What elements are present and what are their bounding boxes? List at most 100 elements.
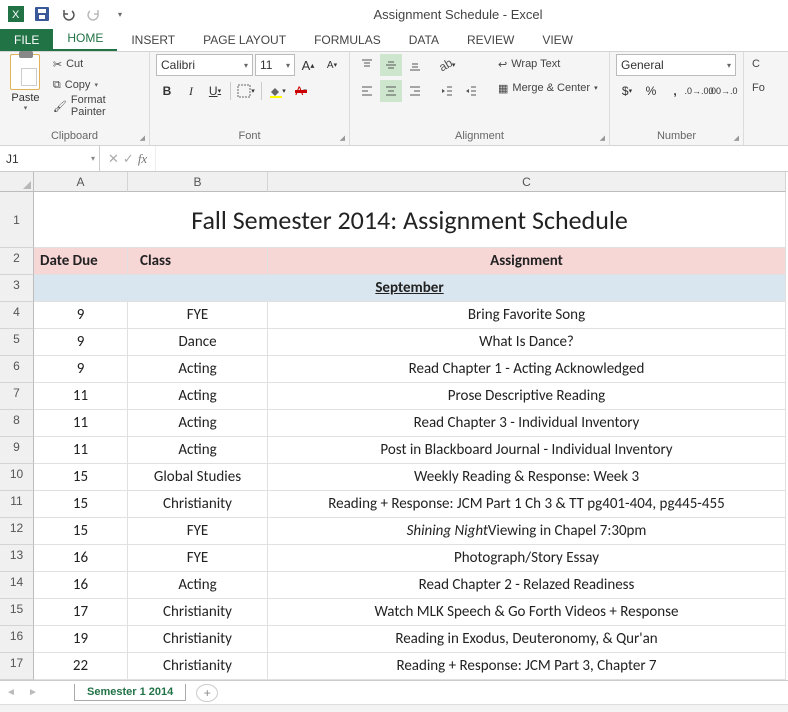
cell-class[interactable]: FYE — [128, 518, 268, 545]
row-header-1[interactable]: 1 — [0, 192, 34, 248]
header-date-due[interactable]: Date Due — [34, 248, 128, 275]
file-tab[interactable]: FILE — [0, 29, 53, 51]
cell-date[interactable]: 19 — [34, 626, 128, 653]
align-bottom-button[interactable] — [404, 54, 426, 76]
cell-assignment[interactable]: Post in Blackboard Journal - Individual … — [268, 437, 786, 464]
cell-class[interactable]: Christianity — [128, 653, 268, 680]
row-header-5[interactable]: 5 — [0, 329, 34, 356]
redo-icon[interactable] — [82, 3, 106, 25]
formula-input[interactable] — [155, 146, 788, 171]
row-header-15[interactable]: 15 — [0, 599, 34, 626]
increase-decimal-button[interactable]: .0→.00 — [688, 80, 710, 102]
cell-assignment[interactable]: Read Chapter 3 - Individual Inventory — [268, 410, 786, 437]
row-header-4[interactable]: 4 — [0, 302, 34, 329]
copy-button[interactable]: ⧉Copy▾ — [51, 75, 143, 95]
cell-class[interactable]: Acting — [128, 356, 268, 383]
sheet-nav-prev[interactable]: ► — [22, 687, 44, 698]
cell-class[interactable]: Acting — [128, 572, 268, 599]
tab-insert[interactable]: INSERT — [117, 29, 189, 51]
name-box[interactable]: J1▾ — [0, 146, 100, 171]
cell-date[interactable]: 11 — [34, 437, 128, 464]
cell-date[interactable]: 15 — [34, 518, 128, 545]
font-size-select[interactable]: 11▾ — [255, 54, 295, 76]
italic-button[interactable]: I — [180, 80, 202, 102]
shrink-font-button[interactable]: A▾ — [321, 54, 343, 76]
grow-font-button[interactable]: A▴ — [297, 54, 319, 76]
cell-class[interactable]: FYE — [128, 302, 268, 329]
cell-assignment[interactable]: Read Chapter 1 - Acting Acknowledged — [268, 356, 786, 383]
align-right-button[interactable] — [404, 80, 426, 102]
align-left-button[interactable] — [356, 80, 378, 102]
select-all-corner[interactable] — [0, 172, 34, 192]
row-header-2[interactable]: 2 — [0, 248, 34, 275]
row-header-17[interactable]: 17 — [0, 653, 34, 680]
sheet-tab-active[interactable]: Semester 1 2014 — [74, 684, 186, 701]
cell-assignment[interactable]: Read Chapter 2 - Relazed Readiness — [268, 572, 786, 599]
header-assignment[interactable]: Assignment — [268, 248, 786, 275]
cell-assignment[interactable]: Reading in Exodus, Deuteronomy, & Qur'an — [268, 626, 786, 653]
row-header-16[interactable]: 16 — [0, 626, 34, 653]
tab-home[interactable]: HOME — [53, 27, 117, 51]
cell-assignment[interactable]: Bring Favorite Song — [268, 302, 786, 329]
comma-button[interactable]: , — [664, 80, 686, 102]
align-middle-button[interactable] — [380, 54, 402, 76]
cell-date[interactable]: 15 — [34, 491, 128, 518]
cell-assignment[interactable]: Weekly Reading & Response: Week 3 — [268, 464, 786, 491]
row-header-7[interactable]: 7 — [0, 383, 34, 410]
cell-class[interactable]: Christianity — [128, 599, 268, 626]
row-header-13[interactable]: 13 — [0, 545, 34, 572]
tab-review[interactable]: REVIEW — [453, 29, 528, 51]
cell-class[interactable]: Dance — [128, 329, 268, 356]
fx-icon[interactable]: fx — [138, 151, 147, 167]
accounting-button[interactable]: $▾ — [616, 80, 638, 102]
col-header-c[interactable]: C — [268, 172, 786, 192]
cell-date[interactable]: 16 — [34, 545, 128, 572]
tab-data[interactable]: DATA — [395, 29, 453, 51]
cell-date[interactable]: 9 — [34, 302, 128, 329]
cell-class[interactable]: Acting — [128, 410, 268, 437]
borders-button[interactable]: ▾ — [235, 80, 257, 102]
bold-button[interactable]: B — [156, 80, 178, 102]
cell-date[interactable]: 11 — [34, 410, 128, 437]
font-name-select[interactable]: Calibri▾ — [156, 54, 253, 76]
cell-class[interactable]: Christianity — [128, 491, 268, 518]
cell-date[interactable]: 15 — [34, 464, 128, 491]
row-header-12[interactable]: 12 — [0, 518, 34, 545]
tab-page-layout[interactable]: PAGE LAYOUT — [189, 29, 300, 51]
row-header-3[interactable]: 3 — [0, 275, 34, 302]
sheet-title[interactable]: Fall Semester 2014: Assignment Schedule — [34, 192, 786, 248]
cell-assignment[interactable]: Reading + Response: JCM Part 1 Ch 3 & TT… — [268, 491, 786, 518]
enter-icon[interactable]: ✓ — [123, 151, 134, 167]
cell-date[interactable]: 22 — [34, 653, 128, 680]
align-top-button[interactable] — [356, 54, 378, 76]
font-color-button[interactable]: A▾ — [290, 80, 312, 102]
increase-indent-button[interactable] — [460, 80, 482, 102]
merge-center-button[interactable]: ▦Merge & Center▾ — [496, 78, 600, 98]
row-header-11[interactable]: 11 — [0, 491, 34, 518]
row-header-14[interactable]: 14 — [0, 572, 34, 599]
cut-button[interactable]: ✂Cut — [51, 54, 143, 74]
cell-class[interactable]: Acting — [128, 437, 268, 464]
tab-view[interactable]: VIEW — [528, 29, 587, 51]
fill-color-button[interactable]: ▾ — [266, 80, 288, 102]
cell-class[interactable]: FYE — [128, 545, 268, 572]
underline-button[interactable]: U▾ — [204, 80, 226, 102]
decrease-decimal-button[interactable]: .00→.0 — [712, 80, 734, 102]
row-header-10[interactable]: 10 — [0, 464, 34, 491]
cell-date[interactable]: 16 — [34, 572, 128, 599]
cancel-icon[interactable]: ✕ — [108, 151, 119, 167]
cell-assignment[interactable]: What Is Dance? — [268, 329, 786, 356]
format-painter-button[interactable]: 🖌Format Painter — [51, 96, 143, 116]
cell-assignment[interactable]: Watch MLK Speech & Go Forth Videos + Res… — [268, 599, 786, 626]
qat-customize-icon[interactable]: ▾ — [108, 3, 132, 25]
cell-assignment[interactable]: Reading + Response: JCM Part 3, Chapter … — [268, 653, 786, 680]
col-header-a[interactable]: A — [34, 172, 128, 192]
tab-formulas[interactable]: FORMULAS — [300, 29, 395, 51]
paste-button[interactable]: Paste ▾ — [6, 54, 45, 112]
cell-class[interactable]: Global Studies — [128, 464, 268, 491]
add-sheet-button[interactable]: + — [196, 684, 218, 702]
header-class[interactable]: Class — [128, 248, 268, 275]
spreadsheet-grid[interactable]: A B C 1 Fall Semester 2014: Assignment S… — [0, 172, 788, 680]
conditional-partial[interactable]: C — [750, 54, 762, 74]
decrease-indent-button[interactable] — [436, 80, 458, 102]
